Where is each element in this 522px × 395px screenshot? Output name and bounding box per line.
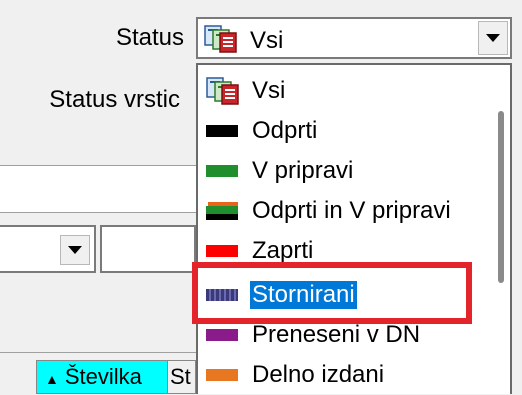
multi-document-icon [204,25,238,58]
chevron-down-icon [486,34,500,42]
highlight-annotation-box [192,262,472,324]
filter-combo-dropdown-button[interactable] [60,235,90,265]
dropdown-item-label: Zaprti [252,237,314,264]
column-header-label: Številka [64,364,142,389]
dropdown-item-label: Vsi [252,77,286,104]
dropdown-item-label: Preneseni v DN [252,321,421,348]
dropdown-item-delno-izdani[interactable]: Delno izdani [206,357,386,393]
row-strip [0,165,196,213]
chevron-down-icon [68,246,82,254]
status-color-swatch [206,202,238,220]
status-dropdown-button[interactable] [478,21,508,55]
dropdown-item-vsi[interactable]: Vsi [206,73,287,109]
dropdown-item-label: Delno izdani [252,361,385,388]
status-combobox-value: Vsi [250,27,284,54]
dropdown-item-v-pripravi[interactable]: V pripravi [206,153,355,189]
status-color-swatch [206,369,238,381]
column-header-next[interactable]: St [168,360,196,394]
status-color-swatch [206,125,238,137]
status-rows-label: Status vrstic [49,86,180,113]
status-color-swatch [206,329,238,341]
filter-field[interactable] [100,225,196,273]
dropdown-item-odprti[interactable]: Odprti [206,113,319,149]
dropdown-item-odprti-in-v-pripravi[interactable]: Odprti in V pripravi [206,193,453,229]
column-header-stevilka[interactable]: ▲ Številka [36,360,168,394]
sort-ascending-icon: ▲ [45,371,59,387]
status-dropdown-list[interactable]: Vsi Odprti V pripravi Odprti in V pripra… [196,63,512,394]
multi-document-icon [206,77,239,105]
scrollbar-thumb[interactable] [498,111,504,283]
status-combobox[interactable]: Vsi [196,17,512,59]
dropdown-item-label: Odprti in V pripravi [252,197,451,224]
status-label: Status [115,24,184,51]
filter-combo[interactable] [0,225,96,273]
dropdown-item-label: V pripravi [252,157,354,184]
status-color-swatch [206,245,238,257]
status-color-swatch [206,165,238,177]
dropdown-item-label: Odprti [252,117,318,144]
dropdown-scrollbar[interactable] [492,65,510,394]
